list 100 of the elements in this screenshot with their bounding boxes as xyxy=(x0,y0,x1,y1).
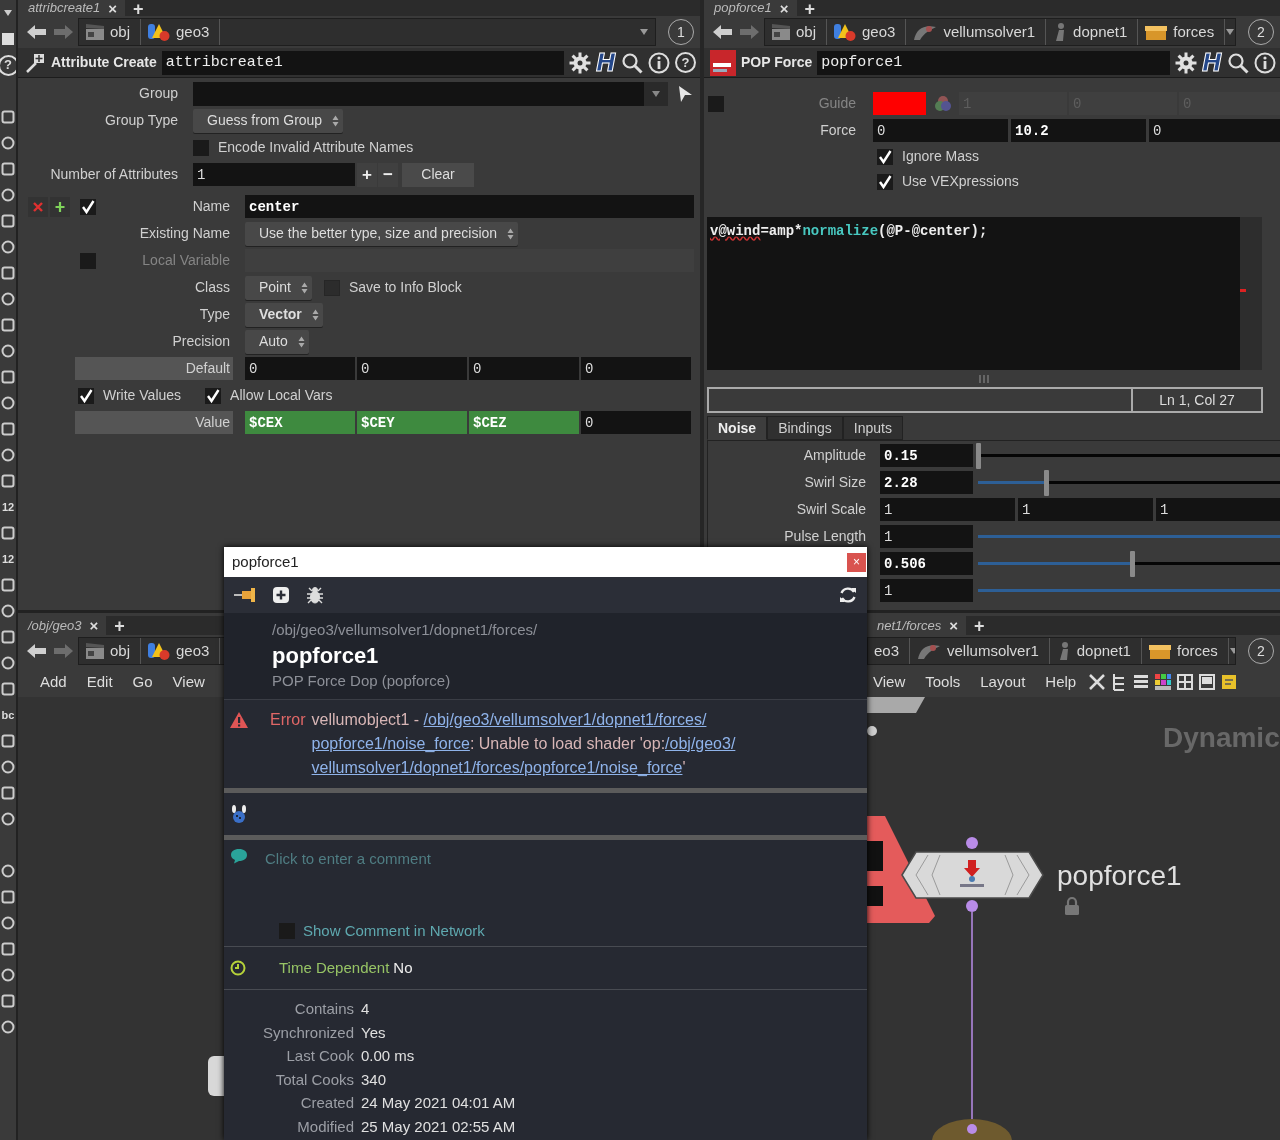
path-crumb[interactable]: forces xyxy=(1138,19,1226,45)
color-wheel-icon[interactable] xyxy=(934,94,952,113)
slider-thumb[interactable] xyxy=(1044,469,1049,496)
output-dot[interactable] xyxy=(966,900,978,912)
input-field[interactable]: 0 xyxy=(245,357,355,380)
dropdown[interactable]: Guess from Group xyxy=(193,108,344,133)
path-crumb[interactable]: obj xyxy=(765,19,828,45)
checkbox[interactable] xyxy=(279,922,295,939)
tab-label[interactable]: attribcreate1 xyxy=(28,0,101,18)
cursor-arrow-icon[interactable] xyxy=(677,84,693,103)
node-name-field[interactable]: attribcreate1 xyxy=(161,50,564,75)
path-crumb[interactable]: geo3 xyxy=(141,638,221,664)
input-field[interactable]: 1 xyxy=(880,525,973,548)
circle-icon[interactable] xyxy=(1,1020,15,1034)
input-field[interactable]: 0.15 xyxy=(880,444,973,467)
input-field[interactable]: 1 xyxy=(880,579,973,602)
lock-icon[interactable] xyxy=(1063,896,1081,916)
slider-track[interactable] xyxy=(978,441,1280,470)
menu-item[interactable]: Help xyxy=(1037,670,1085,694)
input-field[interactable]: 1 xyxy=(880,498,1015,521)
grip-icon[interactable] xyxy=(979,374,989,383)
input-field[interactable]: 0 xyxy=(581,411,691,434)
input-field[interactable]: 0.506 xyxy=(880,552,973,575)
menu-item[interactable]: Edit xyxy=(78,670,121,694)
input-field[interactable]: 0 xyxy=(1149,119,1280,142)
square-icon[interactable] xyxy=(1,32,15,46)
node-shape[interactable] xyxy=(901,851,1044,899)
path-link[interactable]: /obj/geo3/ xyxy=(665,734,736,752)
refresh-icon[interactable] xyxy=(839,586,857,604)
checkbox[interactable] xyxy=(78,387,94,404)
tab[interactable]: Bindings xyxy=(767,416,843,440)
circle-icon[interactable] xyxy=(1,916,15,930)
square-icon[interactable] xyxy=(1,942,15,956)
square-icon[interactable] xyxy=(1,318,15,332)
path-link[interactable]: popforce1/noise_force xyxy=(311,734,470,752)
circle-icon[interactable] xyxy=(1,344,15,358)
input-field[interactable]: $CEY xyxy=(357,411,467,434)
input-field[interactable]: 1 xyxy=(1156,498,1280,521)
input-field[interactable]: 2.28 xyxy=(880,471,973,494)
input-dot[interactable] xyxy=(966,837,978,849)
square-icon[interactable] xyxy=(1,630,15,644)
caret-icon[interactable] xyxy=(3,9,13,17)
node-name-field[interactable]: popforce1 xyxy=(817,50,1170,75)
dropdown[interactable]: Vector xyxy=(245,302,323,327)
close-tab-button[interactable]: × xyxy=(108,0,118,16)
square-icon[interactable] xyxy=(1,578,15,592)
circle-icon[interactable] xyxy=(1,292,15,306)
circle-icon[interactable] xyxy=(1,604,15,618)
help-button[interactable]: ? xyxy=(675,52,696,73)
node-shape[interactable] xyxy=(932,1119,1012,1140)
path-crumb[interactable]: dopnet1 xyxy=(1049,638,1142,664)
checkbox[interactable] xyxy=(877,148,893,165)
close-tab-button[interactable]: × xyxy=(779,0,789,16)
circle-icon[interactable] xyxy=(1,760,15,774)
color-swatch[interactable] xyxy=(873,92,926,115)
input-field[interactable]: $CEZ xyxy=(469,411,579,434)
circle-icon[interactable] xyxy=(1,396,15,410)
checkbox[interactable] xyxy=(80,198,96,215)
circle-icon[interactable] xyxy=(1,448,15,462)
path-crumb[interactable]: vellumsolver1 xyxy=(910,638,1050,664)
caret-icon[interactable] xyxy=(1228,647,1235,655)
input-field[interactable]: 0 xyxy=(581,357,691,380)
circle-icon[interactable] xyxy=(1,136,15,150)
add-tab-button[interactable]: + xyxy=(125,0,152,16)
tab-label[interactable]: net1/forces xyxy=(877,615,942,636)
code-editor[interactable]: v@wind=amp*normalize(@P-@center); xyxy=(707,217,1240,370)
square-icon[interactable] xyxy=(1,422,15,436)
circle-icon[interactable] xyxy=(1,188,15,202)
menu-item[interactable]: Layout xyxy=(972,670,1034,694)
tab-label[interactable]: /obj/geo3 xyxy=(28,615,82,636)
gear-icon[interactable] xyxy=(568,51,591,74)
add-tab-button[interactable]: + xyxy=(966,616,993,635)
path-link[interactable]: /obj/geo3/vellumsolver1/dopnet1/forces/ xyxy=(423,710,707,728)
square-icon[interactable] xyxy=(1,734,15,748)
add-button[interactable]: + xyxy=(357,162,377,187)
square-icon[interactable] xyxy=(1,994,15,1008)
input-field[interactable] xyxy=(193,81,668,106)
input-field[interactable]: 0 xyxy=(469,357,579,380)
tab[interactable]: Noise xyxy=(707,416,768,440)
checkbox[interactable] xyxy=(205,387,222,404)
circle-icon[interactable] xyxy=(1,656,15,670)
tab-label[interactable]: popforce1 xyxy=(714,0,772,18)
path-crumb[interactable]: geo3 xyxy=(827,19,907,45)
cross-tools-icon[interactable] xyxy=(1088,673,1107,691)
dropdown[interactable]: Auto xyxy=(245,329,309,354)
path-crumb[interactable]: forces xyxy=(1141,638,1229,664)
back-arrow-icon[interactable] xyxy=(26,23,48,41)
back-arrow-icon[interactable] xyxy=(712,23,734,41)
input-field[interactable]: 0 xyxy=(357,357,467,380)
add-button[interactable] xyxy=(50,196,70,217)
info-icon[interactable] xyxy=(648,51,670,74)
dropdown[interactable]: Use the better type, size and precision xyxy=(245,221,519,246)
square-icon[interactable] xyxy=(1,370,15,384)
info-icon[interactable] xyxy=(1254,51,1276,74)
circle-icon[interactable] xyxy=(1,968,15,982)
gear-icon[interactable] xyxy=(1174,51,1197,74)
input-field[interactable]: 1 xyxy=(1018,498,1153,521)
input-field[interactable]: $CEX xyxy=(245,411,355,434)
plus-icon[interactable] xyxy=(272,586,290,604)
path-crumb[interactable]: geo3 xyxy=(141,19,221,45)
